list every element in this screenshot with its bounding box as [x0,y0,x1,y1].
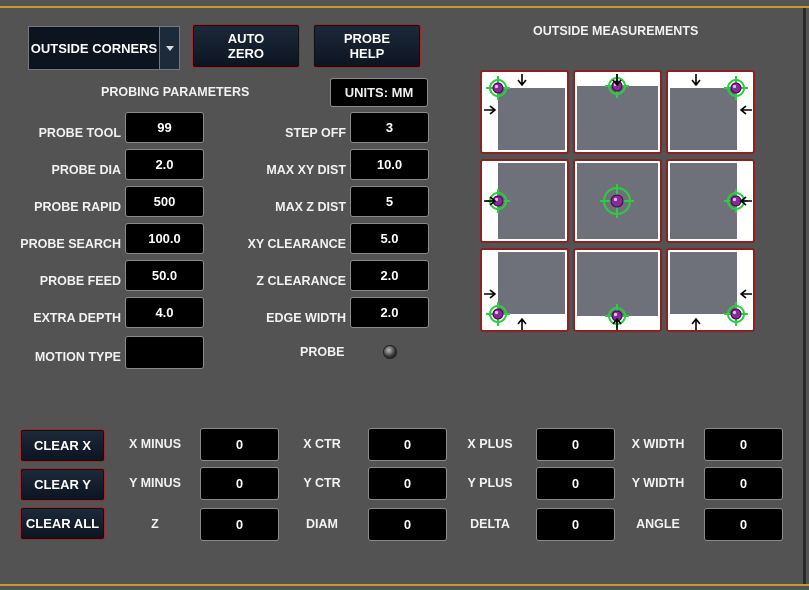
param-input[interactable]: 5 [350,186,429,217]
param-input[interactable]: 100.0 [125,223,204,254]
param-input[interactable]: 500 [125,186,204,217]
param-input[interactable] [125,336,204,369]
param-label: Z CLEARANCE [256,274,346,288]
clear-y-button[interactable]: CLEAR Y [20,468,105,501]
result-label: X MINUS [128,437,182,451]
scrollbar[interactable] [803,8,806,584]
probe-icon [600,184,634,218]
param-label: MOTION TYPE [34,350,121,364]
param-label: PROBE FEED [39,274,121,288]
probe-left-edge-button[interactable] [480,159,569,243]
param-label: XY CLEARANCE [247,237,346,251]
result-value: 0 [200,428,279,461]
result-value: 0 [200,508,279,541]
param-label: STEP OFF [285,126,346,140]
chevron-down-icon[interactable] [159,27,179,69]
result-label: X WIDTH [631,437,685,451]
auto-zero-button[interactable]: AUTO ZERO [192,24,300,68]
probe-label: PROBE [300,345,345,359]
param-label: MAX Z DIST [275,200,346,214]
measurement-button-grid [480,70,755,332]
result-label: DIAM [306,517,338,531]
top-border [0,6,809,8]
param-input[interactable]: 2.0 [350,260,429,291]
result-value: 0 [368,467,447,500]
result-value: 0 [704,428,783,461]
clear-all-button[interactable]: CLEAR ALL [20,507,105,540]
probe-top-edge-button[interactable] [573,70,662,154]
probe-icon [484,74,527,115]
outside-measurements-title: OUTSIDE MEASUREMENTS [533,24,699,38]
probe-mode-select[interactable]: OUTSIDE CORNERS [28,26,180,70]
probe-icon [691,74,752,115]
probe-icon [605,304,629,330]
result-label: Y PLUS [467,476,513,490]
result-label: Z [151,517,159,531]
result-label: Y MINUS [129,476,181,490]
result-value: 0 [536,428,615,461]
probe-icon [691,289,752,330]
param-label: PROBE SEARCH [20,237,121,251]
param-label: MAX XY DIST [266,163,346,177]
param-label: PROBE TOOL [38,126,121,140]
probe-mode-value: OUTSIDE CORNERS [30,40,158,56]
param-input[interactable]: 2.0 [350,297,429,328]
result-label: ANGLE [636,517,680,531]
param-input[interactable]: 10.0 [350,149,429,180]
result-value: 0 [704,508,783,541]
probe-help-button[interactable]: PROBE HELP [313,24,421,68]
probe-bottom-right-corner-button[interactable] [666,248,755,332]
param-label: EXTRA DEPTH [33,311,121,325]
units-button[interactable]: UNITS: MM [330,78,428,107]
param-input[interactable]: 5.0 [350,223,429,254]
result-value: 0 [368,428,447,461]
probe-icon [484,289,527,330]
result-label: Y WIDTH [631,476,685,490]
probe-icon [484,189,510,213]
param-input[interactable]: 50.0 [125,260,204,291]
probing-parameters-title: PROBING PARAMETERS [101,85,250,99]
param-label: EDGE WIDTH [266,311,346,325]
param-input[interactable]: 4.0 [125,297,204,328]
result-value: 0 [536,508,615,541]
param-label: PROBE RAPID [34,200,121,214]
param-input[interactable]: 2.0 [125,149,204,180]
probe-right-edge-button[interactable] [666,159,755,243]
result-value: 0 [368,508,447,541]
probe-status-led [383,345,397,359]
result-label: X CTR [303,437,341,451]
clear-x-button[interactable]: CLEAR X [20,429,105,462]
param-input[interactable]: 3 [350,112,429,143]
probe-top-left-corner-button[interactable] [480,70,569,154]
probe-icon [605,74,629,98]
bottom-border [0,584,809,586]
probe-top-right-corner-button[interactable] [666,70,755,154]
probe-center-button[interactable] [573,159,662,243]
result-label: Y CTR [303,476,341,490]
result-value: 0 [704,467,783,500]
probe-bottom-left-corner-button[interactable] [480,248,569,332]
param-input[interactable]: 99 [125,112,204,143]
result-label: X PLUS [467,437,513,451]
result-value: 0 [200,467,279,500]
param-label: PROBE DIA [51,163,121,177]
probe-bottom-edge-button[interactable] [573,248,662,332]
result-label: DELTA [470,517,510,531]
result-value: 0 [536,467,615,500]
probe-icon [724,189,752,213]
